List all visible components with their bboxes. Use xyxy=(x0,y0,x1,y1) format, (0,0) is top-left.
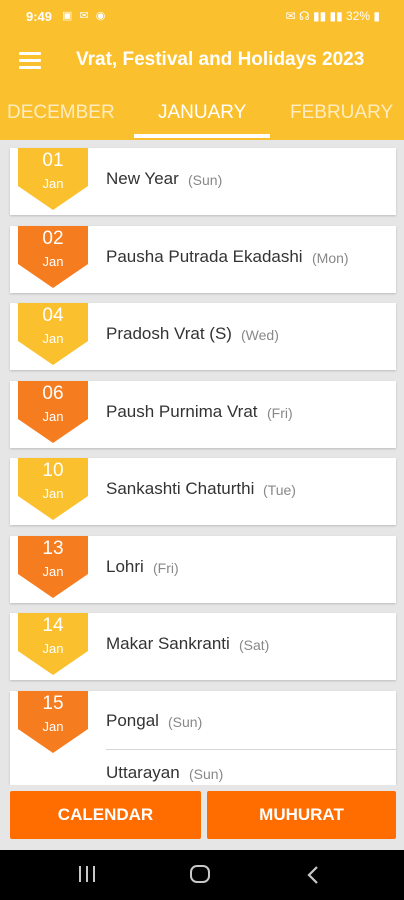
tab-december[interactable]: DECEMBER xyxy=(7,102,115,124)
bottom-button-bar: CALENDAR MUHURAT xyxy=(0,785,404,850)
date-badge: 06 Jan xyxy=(18,380,88,443)
badge-day: 01 xyxy=(42,150,64,171)
badge-day: 15 xyxy=(42,692,64,714)
badge-month: Jan xyxy=(42,408,64,424)
event-divider xyxy=(106,748,396,750)
date-badge: 01 Jan xyxy=(18,148,88,210)
event-card[interactable]: 13 Jan Lohri (Fri) xyxy=(10,535,396,603)
badge-day: 02 xyxy=(42,227,64,249)
badge-month: Jan xyxy=(42,176,64,191)
event-card[interactable]: 15 Jan Pongal (Sun) Uttarayan (Sun) xyxy=(10,690,396,785)
status-time: 9:49 xyxy=(26,9,53,24)
tab-january[interactable]: JANUARY xyxy=(158,102,246,124)
date-badge: 13 Jan xyxy=(18,535,88,598)
hamburger-menu-icon[interactable] xyxy=(19,52,41,70)
event-weekday: (Fri) xyxy=(153,559,179,576)
home-icon[interactable] xyxy=(190,865,210,883)
recent-apps-icon[interactable] xyxy=(79,866,97,882)
badge-day: 04 xyxy=(42,305,64,326)
event-name: New Year xyxy=(106,169,179,188)
event-weekday: (Sun) xyxy=(188,172,223,188)
badge-day: 10 xyxy=(42,460,64,481)
event-weekday: (Sun) xyxy=(189,765,224,782)
badge-day: 14 xyxy=(42,615,64,636)
event-name: Pradosh Vrat (S) xyxy=(106,324,232,343)
event-card[interactable]: 10 Jan Sankashti Chaturthi (Tue) xyxy=(10,458,396,525)
event-weekday: (Sun) xyxy=(168,713,203,730)
date-badge: 04 Jan xyxy=(18,303,88,365)
date-badge: 14 Jan xyxy=(18,613,88,675)
app-title: Vrat, Festival and Holidays 2023 xyxy=(76,49,365,70)
event-card[interactable]: 01 Jan New Year (Sun) xyxy=(10,148,396,215)
badge-month: Jan xyxy=(42,641,64,656)
status-bar: 9:49 ▣ ✉ ◉ ✉ ☊ ▮▮ ▮▮ 32% ▮ xyxy=(0,0,404,34)
event-weekday: (Mon) xyxy=(312,249,349,266)
selected-tab-indicator xyxy=(134,134,270,138)
event-name: Uttarayan xyxy=(106,762,180,782)
event-weekday: (Fri) xyxy=(267,404,293,421)
event-name: Sankashti Chaturthi xyxy=(106,479,255,498)
date-badge: 15 Jan xyxy=(18,690,88,753)
event-weekday: (Wed) xyxy=(241,327,279,343)
event-name: Paush Purnima Vrat xyxy=(106,401,258,421)
badge-month: Jan xyxy=(42,331,64,346)
tab-february[interactable]: FEBRUARY xyxy=(290,102,393,124)
event-name: Pongal xyxy=(106,710,159,730)
notification-icons: ▣ ✉ ◉ xyxy=(62,10,108,22)
date-badge: 02 Jan xyxy=(18,225,88,288)
event-name: Pausha Putrada Ekadashi xyxy=(106,246,303,266)
app-bar: Vrat, Festival and Holidays 2023 xyxy=(0,34,404,88)
event-card[interactable]: 02 Jan Pausha Putrada Ekadashi (Mon) xyxy=(10,225,396,293)
event-list[interactable]: 01 Jan New Year (Sun) 02 Jan Pausha Putrada Ek… xyxy=(0,140,404,785)
badge-month: Jan xyxy=(42,718,64,734)
system-nav-bar xyxy=(0,850,404,900)
badge-day: 13 xyxy=(42,537,64,559)
event-card[interactable]: 06 Jan Paush Purnima Vrat (Fri) xyxy=(10,380,396,448)
event-card[interactable]: 04 Jan Pradosh Vrat (S) (Wed) xyxy=(10,303,396,370)
status-right-icons: ✉ ☊ ▮▮ ▮▮ 32% ▮ xyxy=(285,9,380,23)
event-card[interactable]: 14 Jan Makar Sankranti (Sat) xyxy=(10,613,396,680)
badge-month: Jan xyxy=(42,486,64,501)
event-weekday: (Tue) xyxy=(263,482,296,498)
muhurat-button[interactable]: MUHURAT xyxy=(207,791,396,839)
badge-month: Jan xyxy=(42,563,64,579)
calendar-button[interactable]: CALENDAR xyxy=(10,791,201,839)
back-icon[interactable] xyxy=(307,865,319,885)
event-weekday: (Sat) xyxy=(239,637,270,653)
badge-month: Jan xyxy=(42,253,64,269)
event-name: Lohri xyxy=(106,556,144,576)
date-badge: 10 Jan xyxy=(18,458,88,520)
badge-day: 06 xyxy=(42,382,64,404)
month-tabs: DECEMBER JANUARY FEBRUARY xyxy=(0,88,404,140)
event-name: Makar Sankranti xyxy=(106,634,230,653)
